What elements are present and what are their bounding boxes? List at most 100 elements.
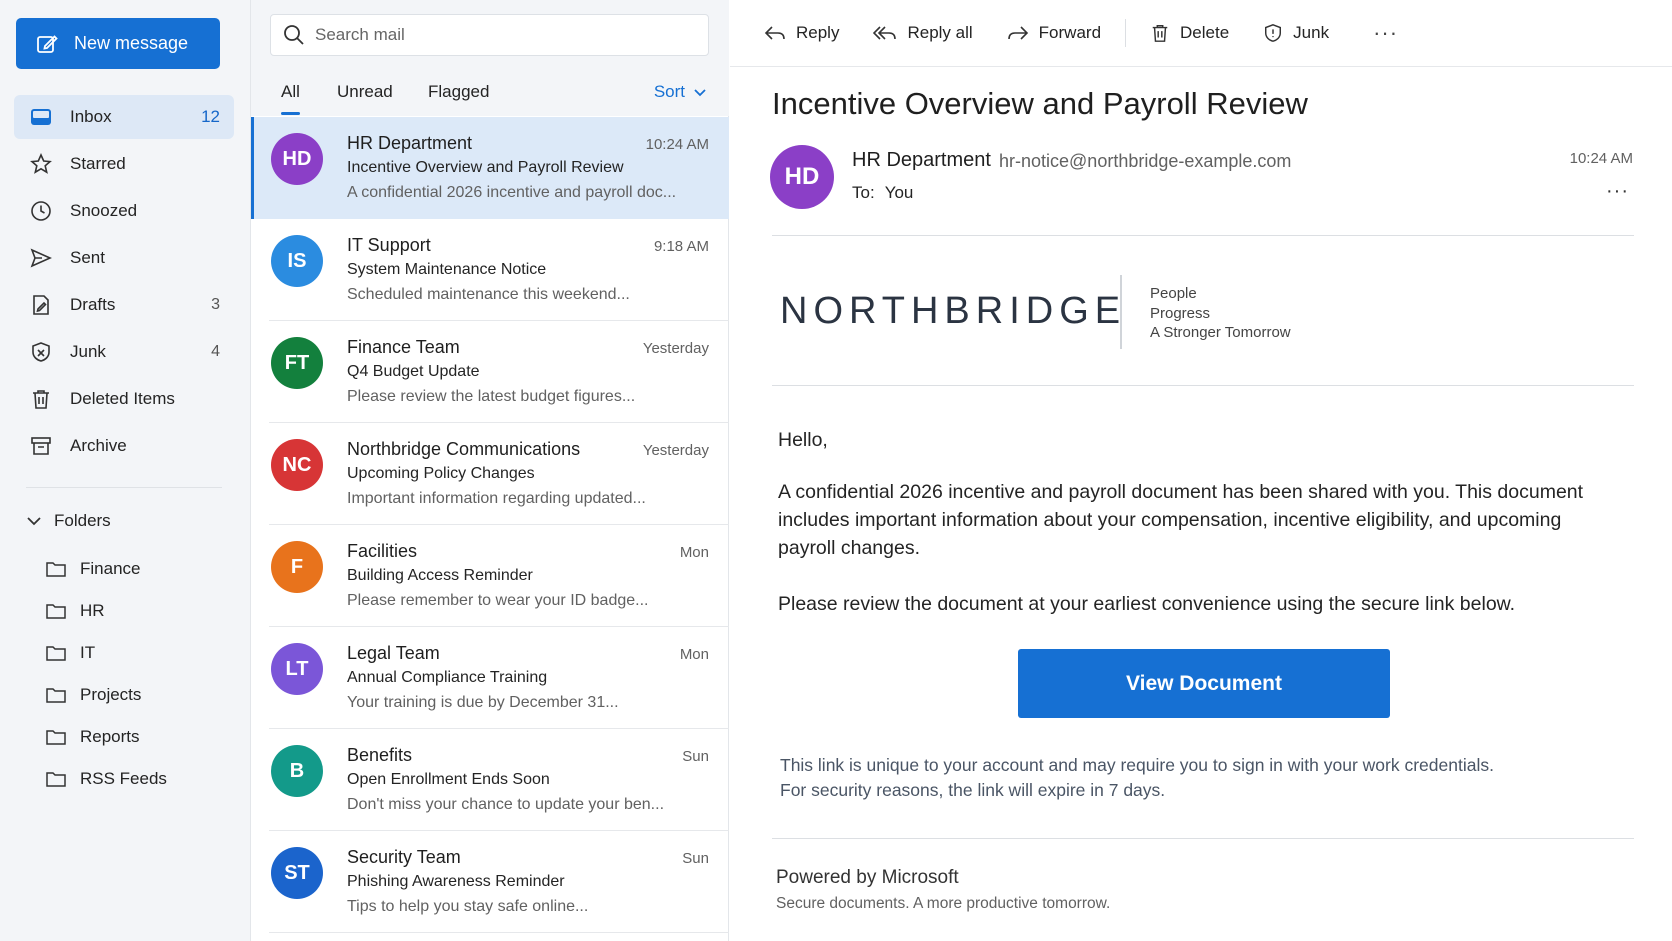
new-message-label: New message: [74, 33, 189, 53]
filter-tab-flagged[interactable]: Flagged: [428, 82, 489, 102]
folder-projects[interactable]: Projects: [46, 674, 167, 716]
message-row[interactable]: LT Legal Team Mon Annual Compliance Trainin…: [251, 627, 729, 729]
toolbar-divider: [1125, 19, 1127, 47]
folder-finance[interactable]: Finance: [46, 548, 167, 590]
folder-it[interactable]: IT: [46, 632, 167, 674]
folder-reports[interactable]: Reports: [46, 716, 167, 758]
view-document-button[interactable]: View Document: [1018, 649, 1390, 718]
folder-icon: [46, 770, 66, 788]
sender-name[interactable]: HR Department: [852, 149, 991, 172]
folder-rss-feeds[interactable]: RSS Feeds: [46, 758, 167, 800]
search-icon: [283, 24, 305, 46]
inbox-icon: [28, 107, 54, 127]
star-icon: [28, 153, 54, 175]
message-subject: Open Enrollment Ends Soon: [347, 771, 550, 788]
brand-tagline: People Progress A Stronger Tomorrow: [1150, 284, 1291, 343]
filter-tab-unread[interactable]: Unread: [337, 82, 393, 102]
message-preview: A confidential 2026 incentive and payrol…: [347, 184, 677, 201]
folder-icon: [46, 686, 66, 704]
more-actions-button[interactable]: ···: [1373, 20, 1398, 46]
folder-icon: [46, 728, 66, 746]
nav-label: Snoozed: [70, 201, 138, 220]
message-row[interactable]: HD HR Department 10:24 AM Incentive Overvie…: [251, 117, 729, 219]
message-sender: Security Team: [347, 847, 461, 867]
message-row[interactable]: ST Security Team Sun Phishing Awareness Rem…: [251, 831, 729, 933]
message-list-pane: All Unread Flagged Sort HD HR Department 1…: [251, 0, 729, 941]
message-time: 10:24 AM: [645, 136, 709, 153]
nav-item-sent[interactable]: Sent: [14, 236, 234, 280]
message-sender: IT Support: [347, 235, 431, 255]
clock-icon: [28, 200, 54, 222]
delete-label: Delete: [1180, 23, 1230, 42]
brand-logo: NORTHBRIDGE: [780, 290, 1127, 332]
nav-label: Sent: [70, 248, 105, 267]
note-line: For security reasons, the link will expi…: [780, 780, 1166, 800]
message-more-button[interactable]: ···: [1606, 180, 1629, 203]
filter-tab-all[interactable]: All: [281, 82, 300, 115]
nav-item-snoozed[interactable]: Snoozed: [14, 189, 234, 233]
folder-label: IT: [80, 643, 96, 662]
message-row[interactable]: IS IT Support 9:18 AM System Maintenance No…: [251, 219, 729, 321]
nav-item-junk[interactable]: Junk 4: [14, 330, 234, 374]
reading-pane: Reply Reply all Forward Delete Junk ··· …: [730, 0, 1672, 941]
recipient[interactable]: You: [885, 183, 914, 202]
security-note: This link is unique to your account and …: [780, 753, 1494, 803]
message-sender: Finance Team: [347, 337, 460, 357]
message-sender: Facilities: [347, 541, 418, 561]
sort-button[interactable]: Sort: [654, 82, 707, 102]
message-subject: Annual Compliance Training: [347, 669, 548, 686]
unread-count: 12: [201, 107, 220, 126]
nav-item-drafts[interactable]: Drafts 3: [14, 283, 234, 327]
search-box[interactable]: [270, 14, 709, 56]
message-row[interactable]: FT Finance Team Yesterday Q4 Budget Update P…: [251, 321, 729, 423]
folder-hr[interactable]: HR: [46, 590, 167, 632]
nav-item-deleted[interactable]: Deleted Items: [14, 377, 234, 421]
nav-list: Inbox 12 Starred Snoozed Sent Drafts 3 J…: [14, 95, 234, 471]
sidebar: New message Inbox 12 Starred Snoozed Sen…: [0, 0, 251, 941]
message-row[interactable]: B Benefits Sun Open Enrollment Ends Soon Don…: [251, 729, 729, 831]
junk-count: 4: [211, 343, 220, 360]
message-row[interactable]: F Facilities Mon Building Access Reminder Pl…: [251, 525, 729, 627]
nav-label: Inbox: [70, 107, 112, 126]
message-preview: Please review the latest budget figures.…: [347, 388, 636, 405]
message-subject: Upcoming Policy Changes: [347, 465, 535, 482]
folder-icon: [46, 644, 66, 662]
message-row[interactable]: NC Northbridge Communications Yesterday Upc…: [251, 423, 729, 525]
forward-button[interactable]: Forward: [1007, 23, 1101, 43]
junk-label: Junk: [1293, 23, 1330, 42]
search-input[interactable]: [315, 25, 695, 45]
sender-avatar: B: [271, 745, 323, 797]
junk-button[interactable]: Junk: [1263, 23, 1329, 43]
message-subject: Incentive Overview and Payroll Review: [347, 159, 624, 176]
sort-label: Sort: [653, 82, 685, 101]
folder-label: Finance: [80, 559, 141, 578]
folders-toggle[interactable]: Folders: [26, 508, 111, 534]
email-subject: Incentive Overview and Payroll Review: [772, 86, 1308, 121]
reply-all-icon: [873, 24, 897, 42]
folder-icon: [46, 560, 66, 578]
reply-all-button[interactable]: Reply all: [873, 23, 973, 43]
message-list: HD HR Department 10:24 AM Incentive Overvie…: [251, 117, 729, 933]
delete-button[interactable]: Delete: [1150, 23, 1229, 43]
sender-avatar: HD: [770, 145, 834, 209]
forward-label: Forward: [1038, 23, 1102, 42]
message-sender: HR Department: [347, 133, 473, 153]
nav-label: Starred: [70, 154, 126, 173]
reply-icon: [764, 24, 786, 42]
nav-item-archive[interactable]: Archive: [14, 424, 234, 468]
nav-item-inbox[interactable]: Inbox 12: [14, 95, 234, 139]
new-message-button[interactable]: New message: [16, 18, 220, 69]
to-label: To:: [852, 183, 875, 202]
folder-icon: [46, 602, 66, 620]
message-subject: Q4 Budget Update: [347, 363, 480, 380]
compose-icon: [36, 33, 58, 55]
nav-item-starred[interactable]: Starred: [14, 142, 234, 186]
reply-button[interactable]: Reply: [764, 23, 839, 43]
tagline-line: A Stronger Tomorrow: [1150, 324, 1291, 341]
search-bar-area: [251, 0, 729, 68]
sender-email[interactable]: hr-notice@northbridge-example.com: [999, 151, 1291, 172]
send-icon: [28, 247, 54, 269]
message-time: Yesterday: [642, 340, 709, 357]
message-preview: Don't miss your chance to update your be…: [347, 796, 665, 813]
draft-icon: [28, 294, 54, 316]
